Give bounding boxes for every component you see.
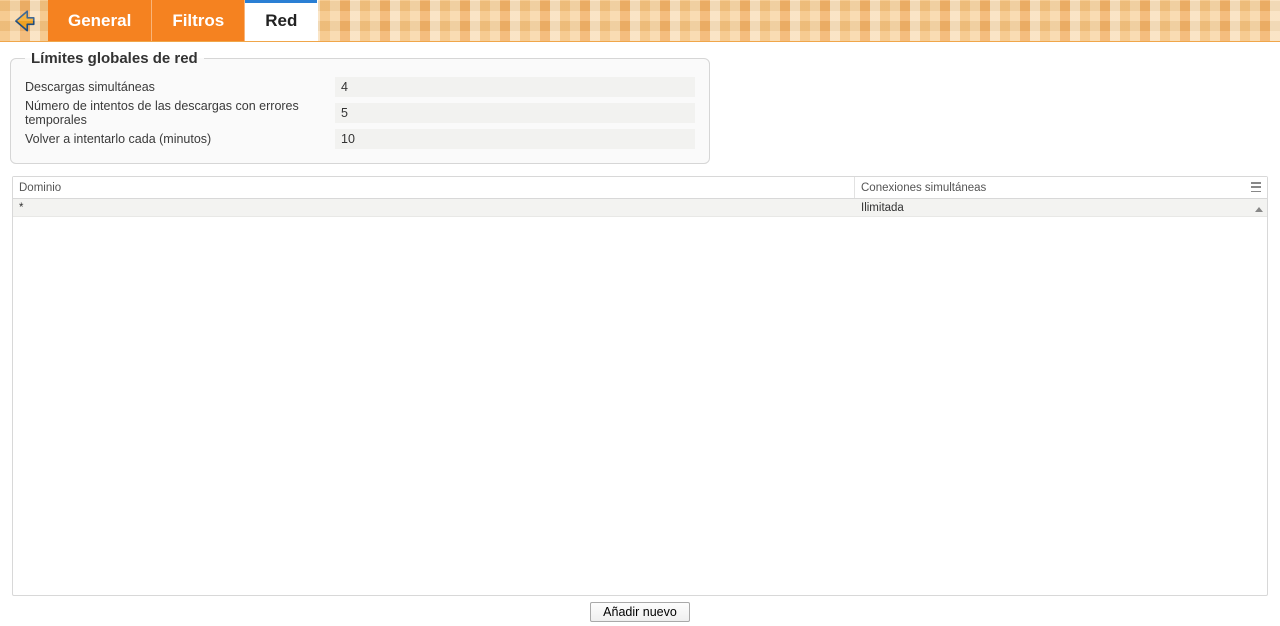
cell-domain: * [13, 202, 855, 214]
table-menu-icon[interactable] [1249, 180, 1263, 194]
table-header: Dominio Conexiones simultáneas [13, 177, 1267, 199]
table-body: * Ilimitada [13, 199, 1267, 595]
label-simultaneous: Descargas simultáneas [25, 80, 335, 94]
global-limits-legend: Límites globales de red [25, 50, 204, 67]
tab-red[interactable]: Red [245, 0, 318, 41]
row-simultaneous: Descargas simultáneas [25, 75, 695, 99]
add-new-button[interactable]: Añadir nuevo [590, 602, 690, 622]
col-header-domain[interactable]: Dominio [13, 177, 855, 198]
input-simultaneous[interactable] [335, 77, 695, 97]
sort-indicator-icon[interactable] [1255, 207, 1263, 212]
input-retry-every[interactable] [335, 129, 695, 149]
table-row[interactable]: * Ilimitada [13, 199, 1267, 217]
tab-general[interactable]: General [48, 0, 152, 41]
global-limits-panel: Límites globales de red Descargas simult… [0, 42, 1280, 168]
col-header-connections[interactable]: Conexiones simultáneas [855, 177, 1267, 198]
footer: Añadir nuevo [0, 602, 1280, 622]
back-button[interactable] [0, 0, 48, 41]
label-retry-every: Volver a intentarlo cada (minutos) [25, 132, 335, 146]
domains-table: Dominio Conexiones simultáneas * Ilimita… [12, 176, 1268, 596]
input-retries[interactable] [335, 103, 695, 123]
row-retries: Número de intentos de las descargas con … [25, 101, 695, 125]
global-limits-fieldset: Límites globales de red Descargas simult… [10, 50, 710, 164]
back-arrow-icon [11, 8, 37, 34]
tab-bar: General Filtros Red [0, 0, 1280, 42]
tab-filtros[interactable]: Filtros [152, 0, 245, 41]
row-retry-every: Volver a intentarlo cada (minutos) [25, 127, 695, 151]
cell-connections: Ilimitada [855, 202, 1267, 214]
label-retries: Número de intentos de las descargas con … [25, 99, 335, 127]
